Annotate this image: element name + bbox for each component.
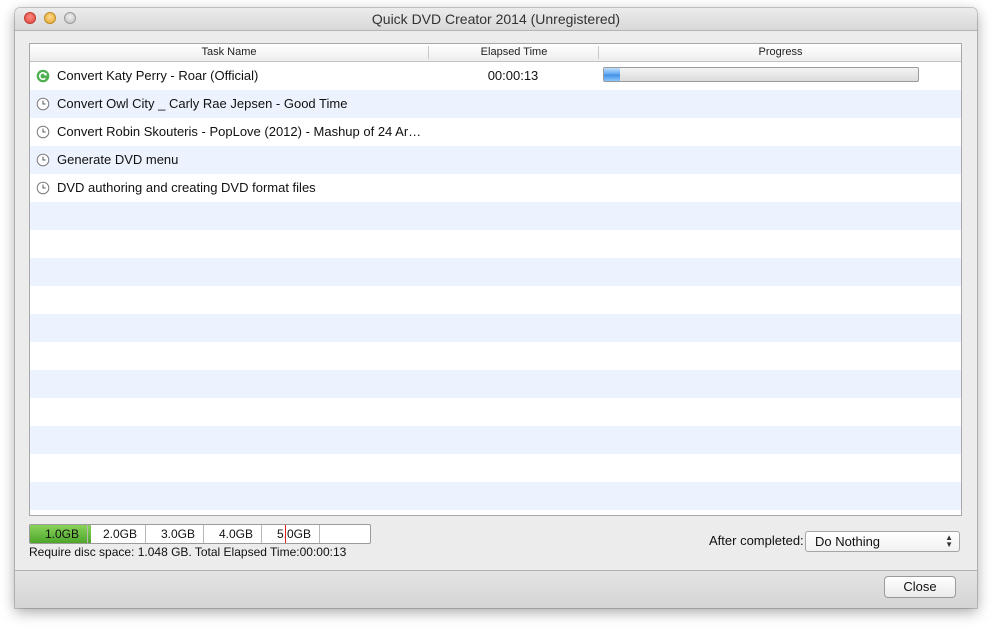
- disc-scale-label: 1.0GB: [30, 525, 88, 543]
- title-bar[interactable]: Quick DVD Creator 2014 (Unregistered): [15, 8, 977, 31]
- empty-table-row: [30, 314, 961, 342]
- after-completed-select[interactable]: Do Nothing ▲ ▼: [805, 531, 960, 552]
- column-header-progress[interactable]: Progress: [598, 46, 961, 59]
- empty-table-row: [30, 342, 961, 370]
- task-name: DVD authoring and creating DVD format fi…: [57, 180, 316, 195]
- refresh-icon: [36, 69, 50, 83]
- empty-table-row: [30, 286, 961, 314]
- footer-bar: [15, 570, 977, 608]
- clock-icon: [36, 125, 50, 139]
- task-name: Convert Katy Perry - Roar (Official): [57, 68, 259, 83]
- after-completed-label: After completed:: [709, 533, 804, 548]
- empty-table-row: [30, 202, 961, 230]
- table-row[interactable]: Convert Owl City _ Carly Rae Jepsen - Go…: [30, 90, 961, 118]
- table-row[interactable]: Convert Katy Perry - Roar (Official) 00:0…: [30, 62, 961, 90]
- clock-icon: [36, 153, 50, 167]
- disc-scale-label: 2.0GB: [88, 525, 146, 543]
- table-row[interactable]: DVD authoring and creating DVD format fi…: [30, 174, 961, 202]
- task-table[interactable]: Task Name Elapsed Time Progress Convert …: [29, 43, 962, 516]
- column-header-elapsed-time[interactable]: Elapsed Time: [428, 46, 599, 59]
- disc-scale-label: 4.0GB: [204, 525, 262, 543]
- task-progress-bar: [603, 67, 919, 82]
- disc-space-meter: 1.0GB 2.0GB 3.0GB 4.0GB 5.0GB: [29, 524, 371, 544]
- empty-table-row: [30, 230, 961, 258]
- after-completed-value: Do Nothing: [815, 534, 881, 549]
- task-elapsed-time: 00:00:13: [487, 68, 539, 83]
- table-header: Task Name Elapsed Time Progress: [30, 44, 961, 62]
- disc-space-status: Require disc space: 1.048 GB. Total Elap…: [29, 545, 347, 559]
- table-row[interactable]: Generate DVD menu: [30, 146, 961, 174]
- column-header-task-name[interactable]: Task Name: [30, 46, 428, 58]
- task-name: Convert Robin Skouteris - PopLove (2012)…: [57, 124, 422, 139]
- clock-icon: [36, 97, 50, 111]
- window-title: Quick DVD Creator 2014 (Unregistered): [371, 11, 621, 27]
- empty-table-row: [30, 426, 961, 454]
- disc-capacity-marker: [284, 525, 286, 543]
- empty-table-row: [30, 482, 961, 510]
- task-progress-fill: [604, 68, 620, 81]
- select-arrows-icon: ▲ ▼: [945, 533, 953, 549]
- table-row[interactable]: Convert Robin Skouteris - PopLove (2012)…: [30, 118, 961, 146]
- task-name: Convert Owl City _ Carly Rae Jepsen - Go…: [57, 96, 348, 111]
- empty-table-row: [30, 258, 961, 286]
- task-rows: Convert Katy Perry - Roar (Official) 00:0…: [30, 62, 961, 510]
- disc-scale-label: 3.0GB: [146, 525, 204, 543]
- empty-table-row: [30, 454, 961, 482]
- empty-table-row: [30, 398, 961, 426]
- clock-icon: [36, 181, 50, 195]
- app-window: Quick DVD Creator 2014 (Unregistered) Ta…: [15, 8, 977, 608]
- task-name: Generate DVD menu: [57, 152, 179, 167]
- disc-scale-label: 5.0GB: [262, 525, 320, 543]
- empty-table-row: [30, 370, 961, 398]
- close-button[interactable]: Close: [884, 576, 956, 598]
